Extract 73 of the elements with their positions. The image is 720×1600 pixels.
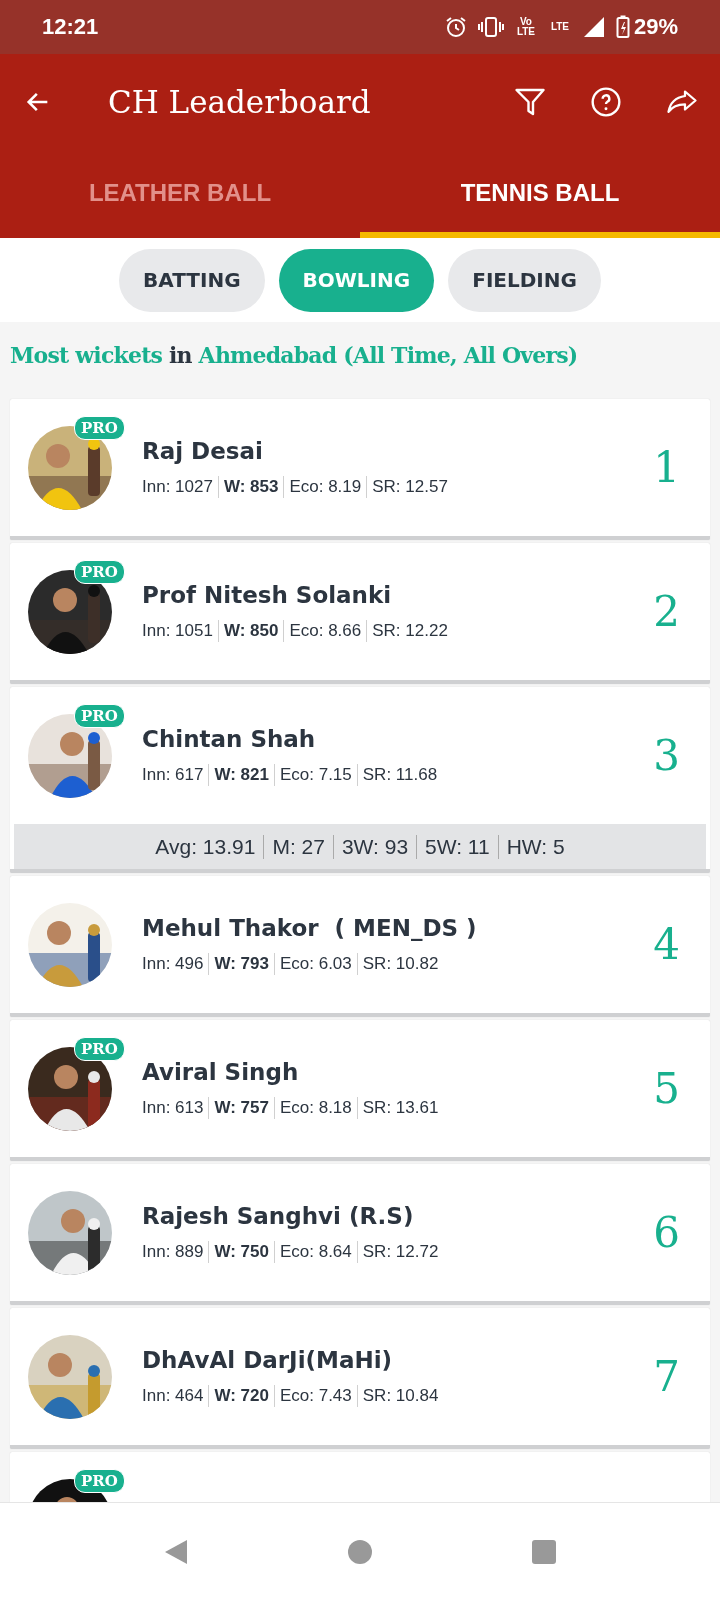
player-card[interactable]: Rajesh Sanghvi (R.S) Inn: 889 W: 750 Eco: 8.64 SR: 12.72 6 [10, 1164, 710, 1305]
player-stat: Eco: 8.18 [273, 1096, 357, 1119]
rank-number: 6 [653, 1208, 680, 1257]
pro-badge: PRO [74, 703, 125, 728]
circle-icon [347, 1538, 373, 1565]
player-stat: W: 853 [217, 475, 284, 498]
player-stat: Eco: 7.43 [273, 1384, 357, 1407]
pro-badge: PRO [74, 415, 125, 440]
pro-badge: PRO [74, 1468, 125, 1493]
rank-number: 7 [653, 1352, 680, 1401]
player-name: Mehul Thakor ( MEN_DS ) [142, 914, 478, 941]
battery-icon [615, 15, 630, 39]
player-stat: W: 720 [208, 1384, 274, 1407]
player-name: Raj Desai [142, 437, 264, 464]
player-stat: Inn: 613 [142, 1096, 205, 1119]
network-label: LTE [549, 22, 571, 32]
player-stat: SR: 12.57 [366, 475, 453, 498]
screen-title: CH Leaderboard [108, 84, 372, 120]
square-icon [531, 1538, 557, 1565]
player-stat: Eco: 6.03 [273, 952, 357, 975]
player-stat: W: 793 [208, 952, 274, 975]
player-stat: Inn: 464 [142, 1384, 205, 1407]
player-stat: SR: 11.68 [356, 763, 443, 786]
battery-percent: 29% [633, 14, 678, 40]
player-stat: Inn: 889 [142, 1240, 205, 1263]
player-stat: SR: 13.61 [356, 1096, 444, 1119]
player-stat: Inn: 617 [142, 763, 205, 786]
triangle-icon [163, 1537, 189, 1566]
player-stat: W: 850 [217, 619, 284, 642]
help-icon [590, 86, 622, 118]
network-label: Vo LTE [515, 17, 537, 37]
player-stat: SR: 10.82 [356, 952, 444, 975]
player-name: Chintan Shah [142, 725, 317, 752]
rank-number: 5 [653, 1064, 680, 1113]
player-name: Rajesh Sanghvi (R.S) [142, 1202, 415, 1229]
player-name: Aviral Singh [142, 1058, 300, 1085]
pro-badge: PRO [74, 1036, 125, 1061]
player-stat: SR: 12.22 [366, 619, 453, 642]
player-stat: Eco: 8.64 [273, 1240, 357, 1263]
player-card[interactable]: DhAvAl DarJi(MaHi) Inn: 464 W: 720 Eco: 7.43 SR: 10.84 7 [10, 1308, 710, 1449]
player-card[interactable]: Mehul Thakor ( MEN_DS ) Inn: 496 W: 793 Eco: 6.03 SR: 10.82 4 [10, 876, 710, 1017]
clock-time: 12:21 [42, 14, 99, 40]
detail-stat: Avg: 13.91 [154, 834, 257, 859]
player-stat: SR: 10.84 [356, 1384, 444, 1407]
player-name: DhAvAl DarJi(MaHi) [142, 1346, 394, 1373]
player-stat: Inn: 1027 [142, 475, 214, 498]
detail-stat: 3W: 93 [332, 834, 417, 859]
player-card[interactable]: PRO Chintan Shah Inn: 617 W: 821 Eco: 7.15 SR: 11.68 3 Avg: 13.91 M: 27 3W: 93 5W: 11 HW: 5 [10, 687, 710, 873]
player-stat: Inn: 1051 [142, 619, 214, 642]
player-stat: Eco: 8.19 [283, 475, 367, 498]
rank-number: 3 [653, 731, 680, 780]
rank-number: 2 [653, 587, 680, 636]
rank-number: 4 [653, 920, 680, 969]
detail-stat: 5W: 11 [416, 834, 498, 859]
player-stat: Inn: 496 [142, 952, 205, 975]
player-card[interactable]: PRO Raj Desai Inn: 1027 W: 853 Eco: 8.19 SR: 12.57 1 [10, 399, 710, 540]
player-card[interactable]: PRO Prof Nitesh Solanki Inn: 1051 W: 850 Eco: 8.66 SR: 12.22 2 [10, 543, 710, 684]
list-heading: Most wickets in Ahmedabad (All Time, All Overs) [10, 342, 579, 368]
player-card[interactable]: PRO Aviral Singh Inn: 613 W: 757 Eco: 8.18 SR: 13.61 5 [10, 1020, 710, 1161]
player-stat: SR: 12.72 [356, 1240, 444, 1263]
filter-chip[interactable]: BATTING [119, 248, 265, 312]
player-stat: W: 757 [208, 1096, 274, 1119]
detail-stat: M: 27 [263, 834, 333, 859]
detail-stat: HW: 5 [497, 834, 573, 859]
vibrate-icon [477, 15, 504, 39]
rank-number: 1 [653, 443, 680, 492]
player-name: Prof Nitesh Solanki [142, 581, 393, 608]
pro-badge: PRO [74, 559, 125, 584]
player-stat: Eco: 7.15 [273, 763, 357, 786]
filter-chip[interactable]: FIELDING [448, 248, 601, 312]
player-stat: Eco: 8.66 [283, 619, 367, 642]
player-stat: W: 750 [208, 1240, 274, 1263]
player-stat: W: 821 [208, 763, 274, 786]
